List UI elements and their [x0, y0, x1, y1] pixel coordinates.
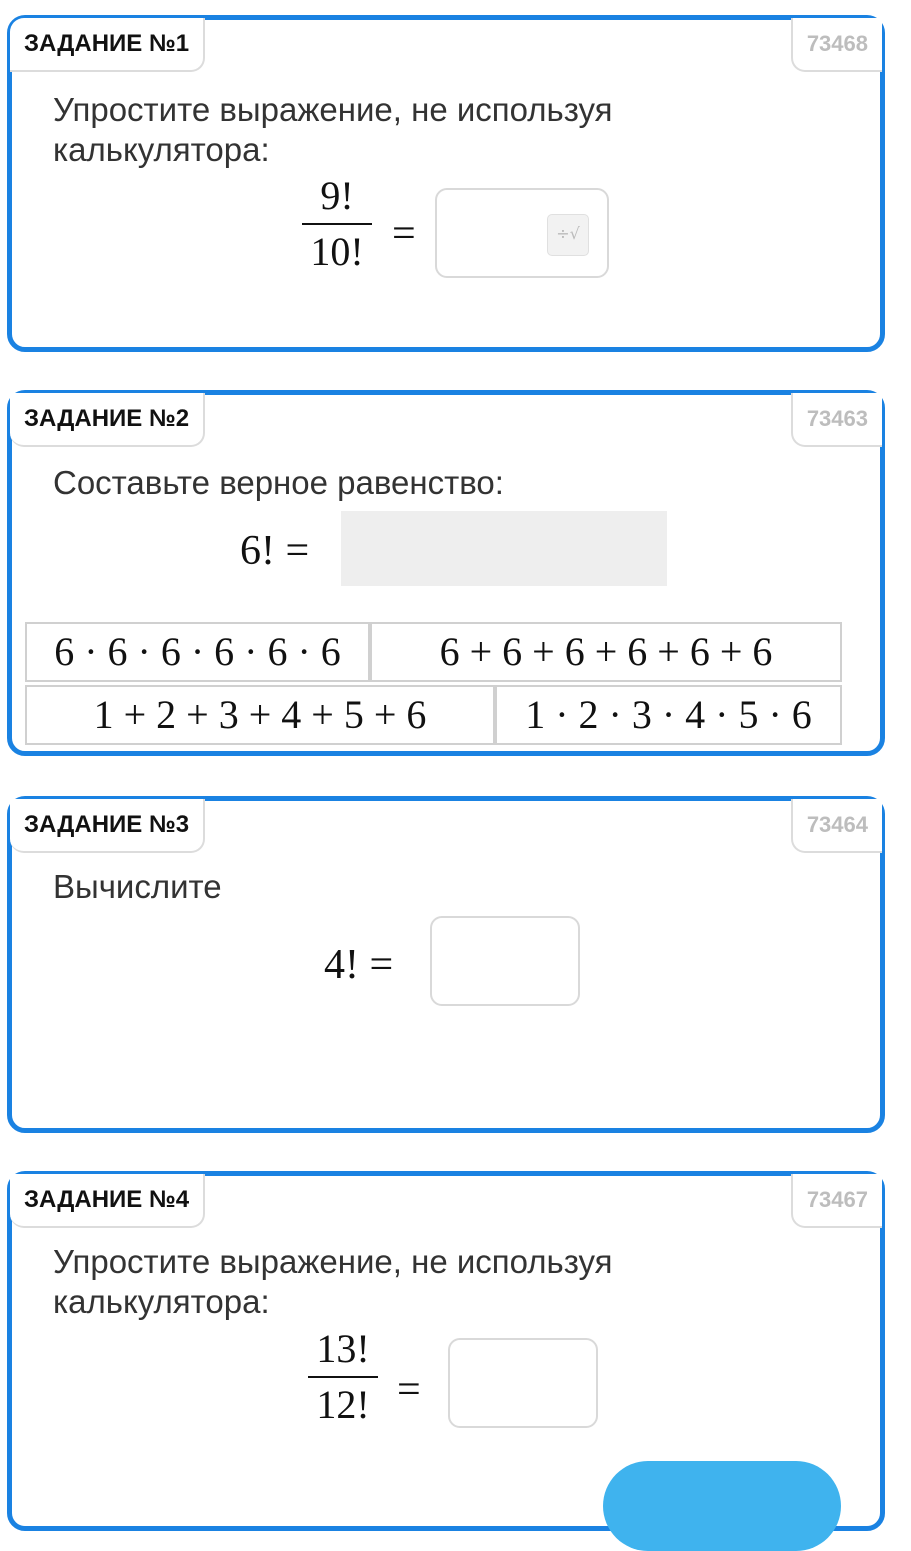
equals-sign: =	[397, 1367, 421, 1413]
option-tile[interactable]: 6 · 6 · 6 · 6 · 6 · 6	[25, 622, 370, 682]
task-question: Вычислите	[53, 868, 222, 905]
fraction-denominator: 10!	[310, 229, 364, 274]
task-card-3: ЗАДАНИЕ №3 73464 Вычислите 4! =	[7, 796, 885, 1133]
task-label: ЗАДАНИЕ №4	[10, 1174, 206, 1228]
fraction-denominator: 12!	[316, 1382, 370, 1427]
fraction-bar	[308, 1376, 378, 1378]
fraction-numerator: 13!	[316, 1326, 370, 1371]
fraction: 9! 10!	[302, 173, 372, 275]
task-card-2: ЗАДАНИЕ №2 73463 Составьте верное равенс…	[7, 390, 885, 756]
task-id: 73463	[790, 393, 882, 447]
task-id: 73467	[790, 1174, 882, 1228]
answer-input[interactable]	[448, 1338, 598, 1428]
calculator-icon[interactable]: ÷√	[547, 214, 589, 256]
fraction-numerator: 9!	[320, 173, 354, 218]
task-id: 73464	[790, 799, 882, 853]
task-id: 73468	[790, 18, 882, 72]
equation-lhs: 4! =	[324, 942, 394, 988]
drop-zone[interactable]	[341, 511, 667, 586]
task-question: Упростите выражение, не используя кальку…	[53, 1243, 613, 1320]
fraction: 13! 12!	[308, 1326, 378, 1428]
task-label: ЗАДАНИЕ №2	[10, 393, 206, 447]
answer-input[interactable]: ÷√	[435, 188, 609, 278]
equation-lhs: 6! =	[240, 528, 310, 574]
option-tile[interactable]: 1 + 2 + 3 + 4 + 5 + 6	[25, 685, 495, 745]
option-tile[interactable]: 1 · 2 · 3 · 4 · 5 · 6	[495, 685, 842, 745]
task-card-1: ЗАДАНИЕ №1 73468 Упростите выражение, не…	[7, 15, 885, 352]
task-question: Составьте верное равенство:	[53, 464, 504, 501]
task-label: ЗАДАНИЕ №3	[10, 799, 206, 853]
equals-sign: =	[392, 211, 416, 257]
option-tile[interactable]: 6 + 6 + 6 + 6 + 6 + 6	[370, 622, 842, 682]
task-label: ЗАДАНИЕ №1	[10, 18, 206, 72]
answer-input[interactable]	[430, 916, 580, 1006]
task-question: Упростите выражение, не используя кальку…	[53, 91, 613, 168]
fraction-bar	[302, 223, 372, 225]
check-button[interactable]	[603, 1461, 841, 1551]
